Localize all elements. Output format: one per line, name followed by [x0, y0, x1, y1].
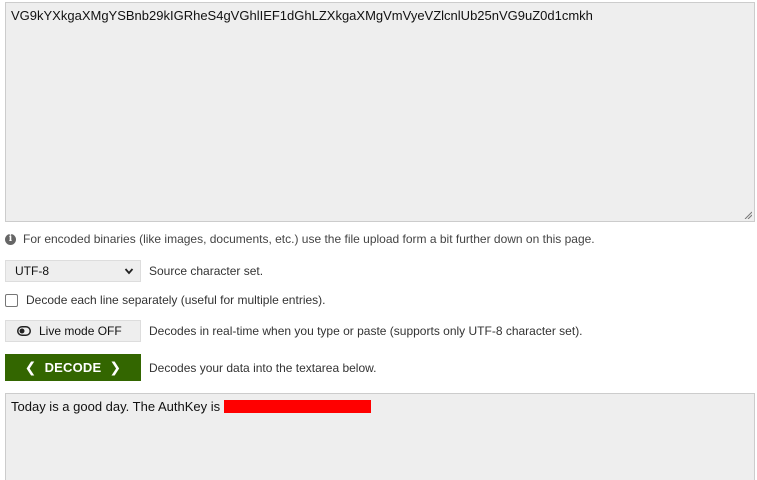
info-text: For encoded binaries (like images, docum…: [23, 232, 595, 246]
decode-button-label: DECODE: [44, 360, 102, 375]
info-note: i For encoded binaries (like images, doc…: [5, 231, 595, 247]
live-mode-label: Live mode OFF: [39, 324, 122, 338]
decode-row: ❮ DECODE ❯ Decodes your data into the te…: [5, 354, 376, 381]
encoded-input-text: VG9kYXkgaXMgYSBnb29kIGRheS4gVGhlIEF1dGhL…: [11, 8, 593, 23]
charset-select[interactable]: UTF-8: [5, 260, 141, 282]
live-mode-button[interactable]: Live mode OFF: [5, 320, 141, 342]
chevron-right-icon: ❯: [109, 359, 122, 375]
chevron-left-icon: ❮: [24, 359, 37, 375]
info-icon: i: [5, 233, 16, 245]
decoded-output-textarea[interactable]: Today is a good day. The AuthKey is: [5, 393, 755, 480]
live-mode-description: Decodes in real-time when you type or pa…: [149, 324, 583, 338]
separate-lines-checkbox[interactable]: [5, 293, 18, 307]
separate-lines-label[interactable]: Decode each line separately (useful for …: [26, 293, 325, 307]
redaction-bar: [223, 400, 371, 413]
separate-lines-row: Decode each line separately (useful for …: [5, 292, 325, 308]
charset-label: Source character set.: [149, 264, 264, 278]
chevron-down-icon: [124, 268, 134, 275]
charset-selected-value: UTF-8: [15, 264, 49, 278]
charset-row: UTF-8 Source character set.: [5, 260, 263, 282]
encoded-input-textarea[interactable]: VG9kYXkgaXMgYSBnb29kIGRheS4gVGhlIEF1dGhL…: [5, 2, 755, 222]
decoded-output-text: Today is a good day. The AuthKey is: [11, 399, 224, 414]
decode-button[interactable]: ❮ DECODE ❯: [5, 354, 141, 381]
decode-description: Decodes your data into the textarea belo…: [149, 360, 377, 375]
toggle-icon: [17, 326, 31, 336]
live-mode-row: Live mode OFF Decodes in real-time when …: [5, 320, 583, 342]
resize-grip-icon[interactable]: [744, 211, 752, 219]
base64-decode-page: VG9kYXkgaXMgYSBnb29kIGRheS4gVGhlIEF1dGhL…: [0, 0, 757, 480]
